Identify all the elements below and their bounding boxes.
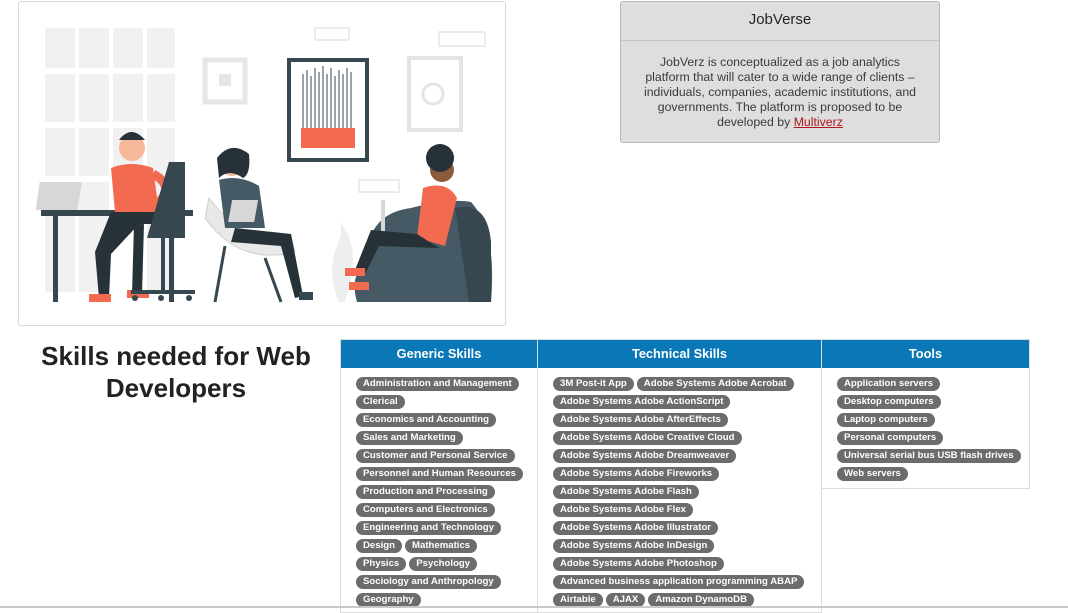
- skill-badge: Universal serial bus USB flash drives: [837, 449, 1021, 463]
- skill-badge: Psychology: [409, 557, 478, 571]
- skill-badge: Laptop computers: [837, 413, 935, 427]
- skill-badge: Advanced business application programmin…: [553, 575, 805, 589]
- tools-list: Application servers Desktop computers Lapt…: [822, 368, 1029, 485]
- hero-illustration: [18, 1, 506, 326]
- skill-badge: Web servers: [837, 467, 908, 481]
- skill-badge: Application servers: [837, 377, 941, 391]
- skill-badge: Adobe Systems Adobe Acrobat: [636, 377, 794, 391]
- skill-badge: Mathematics: [405, 539, 478, 553]
- skill-badge: Engineering and Technology: [356, 521, 501, 535]
- skill-badge: Adobe Systems Adobe Dreamweaver: [553, 449, 737, 463]
- skill-badge: Computers and Electronics: [356, 503, 495, 517]
- skill-badge: Clerical: [356, 395, 405, 409]
- card-description-text: JobVerz is conceptualized as a job analy…: [643, 55, 917, 129]
- skill-badge: 3M Post-it App: [553, 377, 634, 391]
- skill-badge: Adobe Systems Adobe Creative Cloud: [553, 431, 742, 445]
- skill-badge: Physics: [356, 557, 407, 571]
- technical-skills-header: Technical Skills: [538, 340, 821, 368]
- skill-badge: Adobe Systems Adobe Flash: [553, 485, 699, 499]
- tools-column: Tools Application servers Desktop compute…: [821, 339, 1030, 489]
- skill-badge: Airtable: [553, 593, 603, 607]
- skill-badge: Sales and Marketing: [356, 431, 463, 445]
- skill-badge: Adobe Systems Adobe Flex: [553, 503, 693, 517]
- skill-badge: Production and Processing: [356, 485, 495, 499]
- office-workers-illustration: [35, 27, 493, 303]
- card-title: JobVerse: [621, 2, 939, 41]
- skill-badge: Design: [356, 539, 402, 553]
- page-divider: [0, 606, 1068, 608]
- skill-badge: Amazon DynamoDB: [648, 593, 755, 607]
- skill-badge: Adobe Systems Adobe Photoshop: [553, 557, 724, 571]
- skill-badge: Economics and Accounting: [356, 413, 496, 427]
- skill-badge: Desktop computers: [837, 395, 941, 409]
- multiverz-link[interactable]: Multiverz: [794, 115, 843, 129]
- skill-badge: Geography: [356, 593, 421, 607]
- skill-badge: Sociology and Anthropology: [356, 575, 501, 589]
- skill-badge: Personal computers: [837, 431, 944, 445]
- page-heading: Skills needed for Web Developers: [41, 341, 311, 403]
- skill-badge: AJAX: [605, 593, 646, 607]
- skill-badge: Adobe Systems Adobe InDesign: [553, 539, 715, 553]
- generic-skills-list: Administration and Management Clerical Eco…: [341, 368, 537, 611]
- tools-header: Tools: [822, 340, 1029, 368]
- generic-skills-column: Generic Skills Administration and Manage…: [340, 339, 538, 613]
- skill-badge: Adobe Systems Adobe Illustrator: [553, 521, 719, 535]
- technical-skills-column: Technical Skills 3M Post-it App Adobe Sys…: [537, 339, 822, 613]
- skill-badge: Administration and Management: [356, 377, 519, 391]
- skill-badge: Adobe Systems Adobe ActionScript: [553, 395, 731, 409]
- card-description: JobVerz is conceptualized as a job analy…: [621, 41, 939, 130]
- skill-badge: Adobe Systems Adobe Fireworks: [553, 467, 720, 481]
- skill-badge: Adobe Systems Adobe AfterEffects: [553, 413, 728, 427]
- skill-badge: Customer and Personal Service: [356, 449, 515, 463]
- jobverse-info-card: JobVerse JobVerz is conceptualized as a …: [620, 1, 940, 143]
- technical-skills-list: 3M Post-it App Adobe Systems Adobe Acroba…: [538, 368, 821, 611]
- skill-badge: Personnel and Human Resources: [356, 467, 524, 481]
- generic-skills-header: Generic Skills: [341, 340, 537, 368]
